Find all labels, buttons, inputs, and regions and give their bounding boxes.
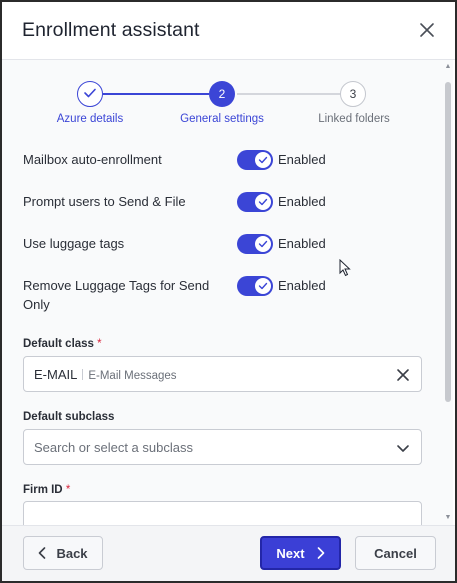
step-2-label: General settings [180, 113, 264, 125]
step-3-label: Linked folders [318, 113, 390, 125]
setting-label: Prompt users to Send & File [23, 194, 186, 209]
toggle-knob [255, 194, 271, 210]
step-2-number: 2 [218, 87, 226, 101]
default-subclass-label: Default subclass [23, 411, 115, 423]
scroll-down-icon[interactable]: ▼ [443, 513, 453, 523]
chevron-right-icon [317, 547, 325, 559]
dialog-title: Enrollment assistant [22, 19, 200, 41]
dialog-footer: Back Next Cancel [2, 525, 455, 581]
dialog-body: Azure details 2 General settings 3 Linke… [2, 60, 443, 525]
default-subclass-select[interactable]: Search or select a subclass [23, 429, 422, 465]
firm-id-input[interactable] [23, 501, 422, 525]
cancel-button-label: Cancel [374, 545, 417, 561]
mouse-cursor-icon [339, 258, 351, 277]
toggle-state-text: Enabled [278, 152, 326, 167]
prompt-send-file-toggle[interactable] [237, 192, 273, 212]
stepper-line-completed [103, 93, 209, 95]
scroll-thumb[interactable] [445, 82, 451, 402]
toggle-state-text: Enabled [278, 278, 326, 293]
setting-label: Mailbox auto-enrollment [23, 152, 162, 167]
required-mark: * [97, 338, 102, 350]
check-icon [258, 277, 268, 295]
close-icon[interactable] [417, 20, 437, 40]
step-2-active[interactable]: 2 [209, 81, 235, 107]
default-subclass-placeholder: Search or select a subclass [34, 440, 193, 455]
remove-luggage-tags-toggle[interactable] [237, 276, 273, 296]
value-separator [82, 369, 84, 380]
setting-row-use-luggage-tags: Use luggage tags Enabled [23, 232, 423, 256]
mailbox-auto-enrollment-toggle[interactable] [237, 150, 273, 170]
toggle-knob [255, 152, 271, 168]
firm-id-label-text: Firm ID [23, 484, 63, 496]
check-icon [258, 193, 268, 211]
next-button-label: Next [276, 545, 305, 561]
toggle-knob [255, 278, 271, 294]
back-button-label: Back [56, 545, 88, 561]
default-class-label: Default class * [23, 338, 102, 350]
cancel-button[interactable]: Cancel [355, 536, 436, 570]
next-button[interactable]: Next [260, 536, 341, 570]
clear-icon[interactable] [395, 367, 411, 383]
required-mark: * [65, 484, 71, 496]
setting-row-prompt-send-file: Prompt users to Send & File Enabled [23, 190, 423, 214]
default-class-value: E-MAIL E-Mail Messages [34, 367, 177, 382]
scrollbar[interactable]: ▲ ▼ [443, 60, 453, 525]
default-class-code: E-MAIL [34, 367, 78, 382]
check-icon [83, 87, 97, 102]
check-icon [258, 235, 268, 253]
toggle-state-text: Enabled [278, 236, 326, 251]
step-1-complete[interactable] [77, 81, 103, 107]
toggle-state-text: Enabled [278, 194, 326, 209]
stepper: Azure details 2 General settings 3 Linke… [2, 60, 443, 140]
default-class-field[interactable]: E-MAIL E-Mail Messages [23, 356, 422, 392]
chevron-down-icon[interactable] [395, 440, 411, 456]
setting-label: Remove Luggage Tags for Send Only [23, 278, 210, 312]
default-class-description: E-Mail Messages [88, 370, 177, 382]
use-luggage-tags-toggle[interactable] [237, 234, 273, 254]
setting-row-remove-luggage-tags: Remove Luggage Tags for Send Only Enable… [23, 274, 423, 316]
dialog-header: Enrollment assistant [2, 2, 455, 60]
step-3-pending[interactable]: 3 [340, 81, 366, 107]
step-1-label: Azure details [56, 113, 124, 125]
scroll-up-icon[interactable]: ▲ [443, 62, 453, 72]
toggle-knob [255, 236, 271, 252]
chevron-left-icon [38, 547, 46, 559]
step-3-number: 3 [349, 87, 357, 101]
check-icon [258, 151, 268, 169]
default-class-label-text: Default class [23, 338, 94, 350]
setting-label: Use luggage tags [23, 236, 125, 251]
setting-row-mailbox-auto-enrollment: Mailbox auto-enrollment Enabled [23, 148, 423, 172]
enrollment-dialog: Enrollment assistant Azure details 2 Gen… [0, 0, 457, 583]
stepper-line-pending [237, 93, 340, 95]
back-button[interactable]: Back [23, 536, 103, 570]
firm-id-label: Firm ID * [23, 484, 70, 496]
